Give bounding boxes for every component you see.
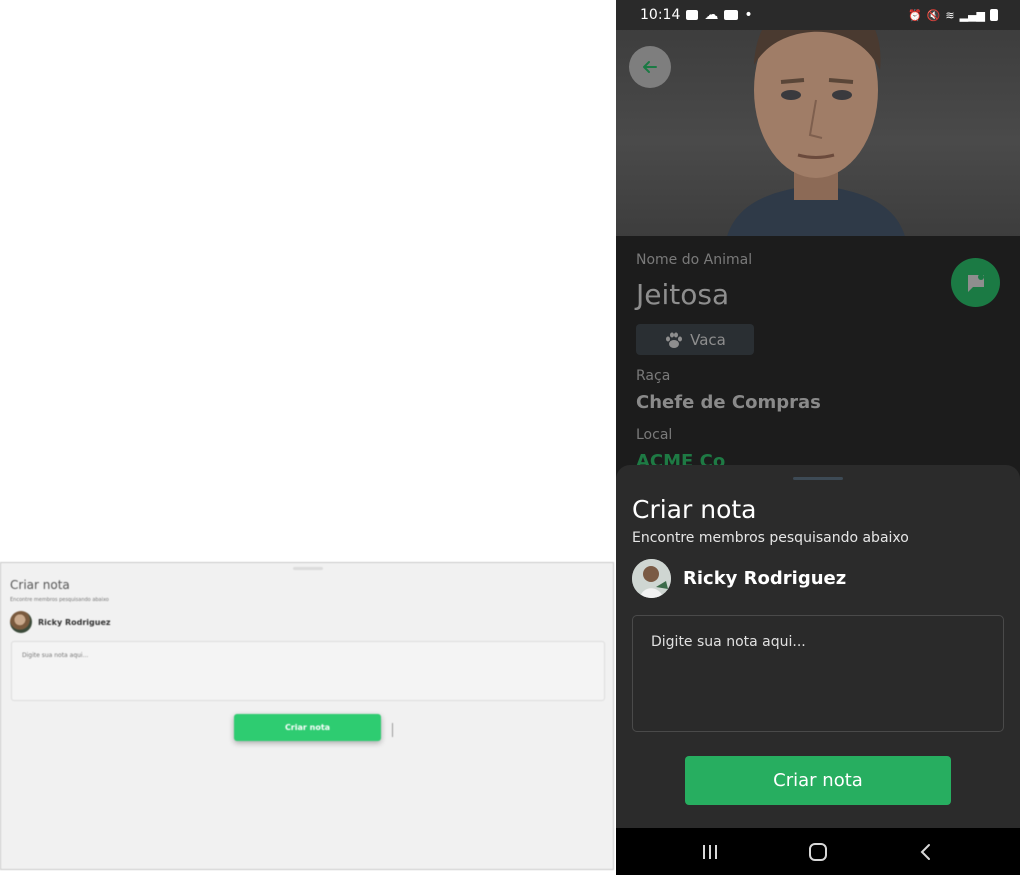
member-name: Ricky Rodriguez	[683, 568, 847, 589]
recent-apps-button[interactable]	[680, 832, 740, 872]
cloud-icon: ☁	[704, 7, 719, 23]
back-icon	[920, 843, 930, 860]
android-nav-bar	[616, 828, 1020, 875]
phone-screen: 10:14 ☁ • ⏰ 🔇 ≋ ▂▄▆ Nome do Animal Jeito…	[616, 0, 1020, 875]
profile-photo: 10:14 ☁ • ⏰ 🔇 ≋ ▂▄▆	[616, 0, 1020, 236]
battery-icon	[990, 9, 998, 21]
nav-back-button[interactable]	[896, 832, 956, 872]
note-input[interactable]	[632, 615, 1004, 732]
person-portrait	[727, 0, 905, 236]
mute-icon: 🔇	[926, 8, 941, 22]
wifi-icon: ≋	[945, 8, 955, 22]
home-icon	[809, 842, 827, 861]
image-icon	[686, 10, 699, 20]
animal-name: Jeitosa	[636, 278, 730, 311]
sheet-drag-handle[interactable]	[793, 477, 843, 480]
preview-note-placeholder: Digite sua nota aqui...	[22, 652, 89, 659]
screen: Criar nota Encontre membros pesquisando …	[0, 0, 1020, 875]
preview-create-button: Criar nota	[234, 714, 381, 741]
create-note-button[interactable]: Criar nota	[685, 756, 951, 805]
recent-apps-icon	[703, 844, 717, 859]
paw-icon	[666, 332, 683, 348]
preview-user-name: Ricky Rodriguez	[38, 617, 111, 627]
preview-note-box: Digite sua nota aqui...	[11, 641, 605, 701]
breed-value: Chefe de Compras	[636, 392, 821, 413]
preview-subtitle: Encontre membros pesquisando abaixo	[10, 597, 109, 603]
preview-user-row: Ricky Rodriguez	[10, 611, 111, 633]
preview-title: Criar nota	[10, 578, 70, 592]
species-chip: Vaca	[636, 324, 754, 355]
add-note-button[interactable]	[951, 258, 1000, 307]
youtube-icon	[724, 10, 739, 20]
blurred-preview-panel: Criar nota Encontre membros pesquisando …	[0, 562, 614, 870]
member-avatar-image	[632, 559, 671, 598]
preview-text-cursor	[392, 723, 393, 737]
signal-icon: ▂▄▆	[959, 8, 985, 22]
species-label: Vaca	[690, 330, 726, 349]
selected-member[interactable]: Ricky Rodriguez	[632, 559, 846, 598]
sheet-title: Criar nota	[632, 495, 757, 524]
home-button[interactable]	[788, 832, 848, 872]
status-time: 10:14	[640, 7, 681, 23]
sheet-subtitle: Encontre membros pesquisando abaixo	[632, 530, 909, 546]
note-flag-icon	[967, 273, 984, 292]
arrow-left-icon	[643, 61, 657, 73]
status-bar: 10:14 ☁ • ⏰ 🔇 ≋ ▂▄▆	[616, 0, 1020, 30]
animal-details: Nome do Animal Jeitosa Vaca Raça Chefe d…	[616, 236, 1020, 476]
location-label: Local	[636, 427, 673, 443]
animal-name-label: Nome do Animal	[636, 252, 753, 268]
preview-avatar	[10, 611, 32, 633]
breed-label: Raça	[636, 368, 671, 384]
back-button[interactable]	[629, 46, 671, 88]
preview-drag-handle	[293, 567, 323, 570]
dot-icon: •	[744, 7, 753, 23]
avatar	[632, 559, 671, 598]
alarm-icon: ⏰	[907, 8, 922, 22]
create-note-sheet: Criar nota Encontre membros pesquisando …	[616, 465, 1020, 828]
